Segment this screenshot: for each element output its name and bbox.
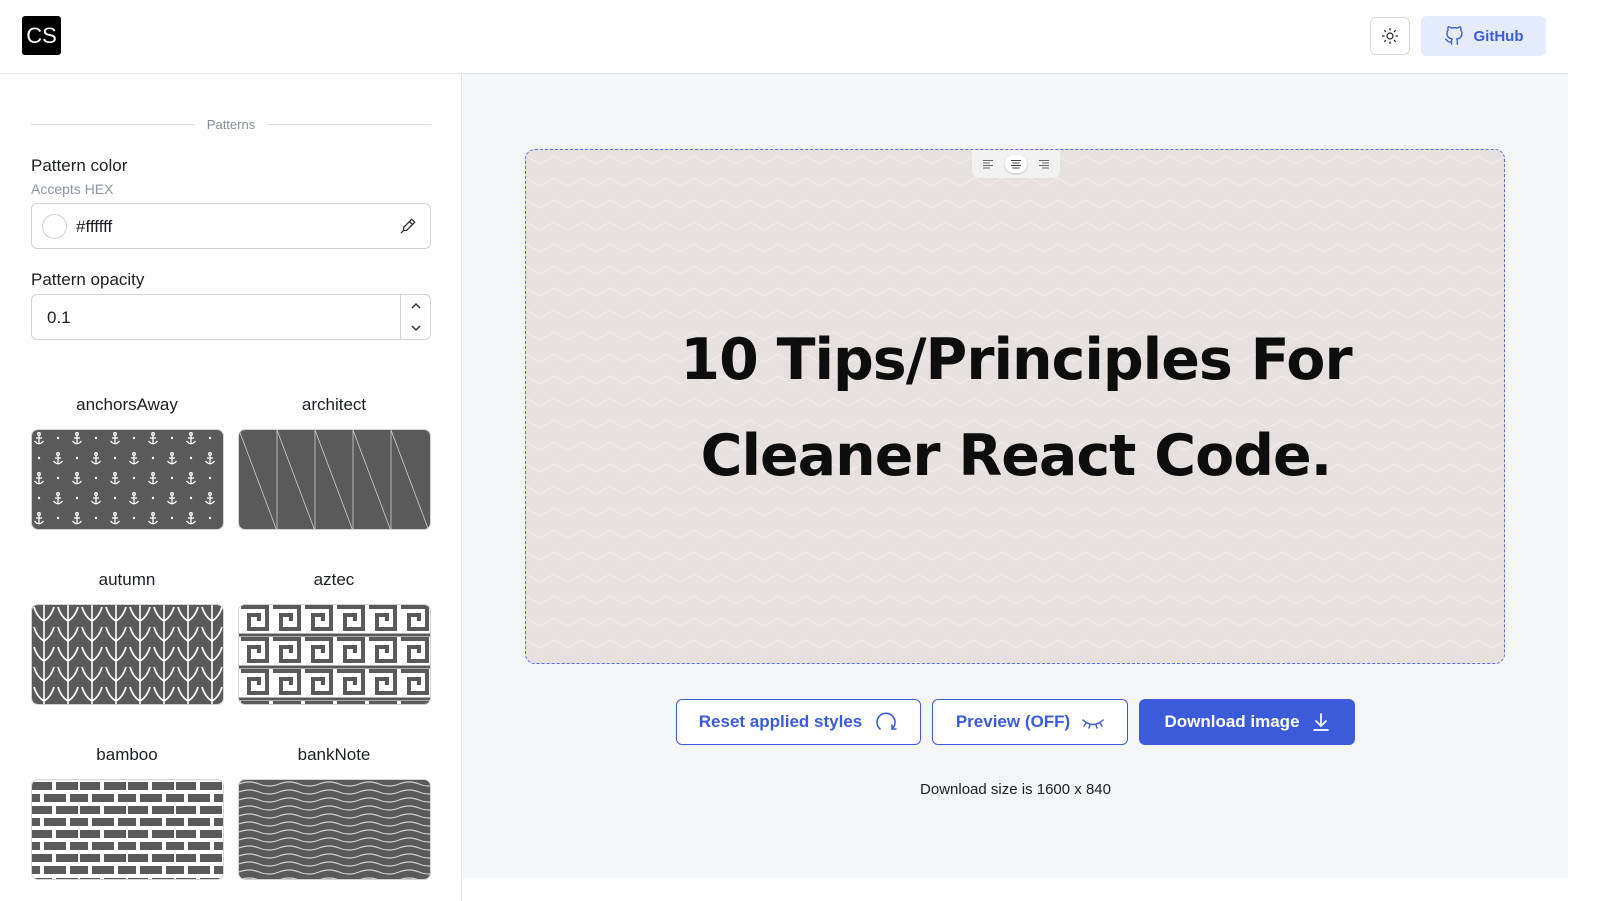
preview-label: Preview (OFF): [955, 712, 1071, 731]
preview-toggle-button[interactable]: Preview (OFF): [932, 699, 1128, 745]
sun-icon: [1381, 27, 1399, 45]
pattern-tile-architect[interactable]: [238, 429, 431, 530]
pattern-tile-bamboo[interactable]: [31, 779, 224, 880]
eyedropper-icon[interactable]: [399, 217, 417, 235]
pattern-title-bamboo: bamboo: [96, 745, 158, 764]
theme-toggle-button[interactable]: [1370, 17, 1410, 55]
align-left-button[interactable]: [977, 155, 999, 173]
opacity-stepper[interactable]: [400, 295, 430, 339]
pattern-opacity-value[interactable]: 0.1: [47, 308, 71, 328]
align-right-button[interactable]: [1033, 155, 1055, 173]
pattern-opacity-input[interactable]: 0.1: [31, 294, 431, 340]
pattern-color-input[interactable]: #ffffff: [31, 203, 431, 249]
preview-area: 10 Tips/Principles For Cleaner React Cod…: [463, 74, 1568, 878]
github-button[interactable]: GitHub: [1421, 16, 1546, 56]
align-center-icon: [1011, 160, 1021, 169]
download-label: Download image: [1164, 712, 1300, 731]
github-label: GitHub: [1473, 27, 1524, 45]
reset-label: Reset applied styles: [698, 712, 863, 731]
cover-headline[interactable]: 10 Tips/Principles For Cleaner React Cod…: [566, 312, 1466, 504]
download-size-text: Download size is 1600 x 840: [920, 781, 1111, 798]
pattern-color-value[interactable]: #ffffff: [76, 217, 112, 237]
reset-styles-button[interactable]: Reset applied styles: [676, 699, 921, 745]
text-align-toolbar: [972, 150, 1060, 178]
align-center-button[interactable]: [1005, 155, 1027, 173]
pattern-opacity-label: Pattern opacity: [31, 270, 145, 289]
pattern-tile-banknote[interactable]: [238, 779, 431, 880]
chevron-up-icon: [410, 302, 421, 309]
pattern-tile-anchorsaway[interactable]: [31, 429, 224, 530]
align-right-icon: [1039, 160, 1049, 169]
pattern-color-label: Pattern color: [31, 156, 128, 175]
pattern-title-anchorsaway: anchorsAway: [76, 395, 178, 414]
color-swatch[interactable]: [42, 214, 67, 239]
eye-closed-icon: [1082, 719, 1104, 729]
download-icon: [1312, 713, 1329, 731]
app-header: CS GitHub: [0, 0, 1568, 74]
settings-sidebar[interactable]: Patterns Pattern color Accepts HEX #ffff…: [0, 74, 462, 901]
pattern-tile-autumn[interactable]: [31, 604, 224, 705]
pattern-tile-aztec[interactable]: [238, 604, 431, 705]
github-icon: [1444, 26, 1463, 45]
page-edge: [1568, 0, 1600, 901]
download-image-button[interactable]: Download image: [1139, 699, 1355, 745]
pattern-title-aztec: aztec: [313, 570, 355, 589]
section-label: Patterns: [206, 116, 256, 132]
pattern-title-banknote: bankNote: [297, 745, 371, 764]
section-divider: Patterns: [31, 116, 432, 132]
increment-button[interactable]: [401, 295, 430, 317]
align-left-icon: [983, 160, 993, 169]
chevron-down-icon: [410, 325, 421, 332]
decrement-button[interactable]: [401, 317, 430, 339]
pattern-color-hint: Accepts HEX: [31, 181, 114, 197]
cover-canvas[interactable]: 10 Tips/Principles For Cleaner React Cod…: [525, 149, 1505, 664]
pattern-title-architect: architect: [301, 395, 367, 414]
pattern-title-autumn: autumn: [98, 570, 156, 589]
reset-icon: [876, 712, 898, 730]
app-logo[interactable]: CS: [22, 16, 61, 55]
